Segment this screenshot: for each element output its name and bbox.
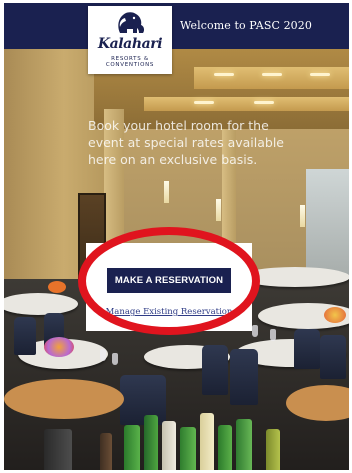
manage-reservation-link[interactable]: Manage Existing Reservation (86, 307, 252, 317)
wall-sconce (164, 181, 169, 203)
page-frame: Welcome to PASC 2020 Kalahari RESORTS & … (4, 3, 349, 470)
bottle (144, 415, 158, 470)
chair (320, 335, 346, 379)
flower-centerpiece (48, 281, 66, 293)
bottle (124, 425, 140, 470)
bottle (266, 429, 280, 470)
chair (14, 317, 36, 355)
wine-glass (100, 349, 106, 361)
ceiling-light (194, 101, 214, 104)
wine-glass (270, 329, 276, 341)
ceiling-light (262, 73, 282, 76)
promo-text: Book your hotel room for the event at sp… (88, 118, 284, 167)
banquet-table (240, 267, 349, 287)
ceiling-panel (194, 67, 349, 89)
ceiling-light (310, 73, 330, 76)
bottle (100, 433, 112, 470)
bottle (236, 419, 252, 470)
flower-centerpiece (44, 337, 74, 357)
bottle (218, 425, 232, 470)
flower-centerpiece (324, 307, 346, 323)
wall-sconce (216, 199, 221, 221)
wine-glass (112, 353, 118, 365)
elephant-icon (118, 12, 145, 33)
logo-name: Kalahari (97, 36, 163, 52)
foreground-table (4, 379, 124, 419)
wine-glass (252, 325, 258, 337)
bottle (180, 427, 196, 470)
chair (202, 345, 228, 395)
utensil-holder (44, 429, 72, 470)
wall-sconce (300, 205, 305, 227)
ceiling-light (254, 101, 274, 104)
logo-tagline: RESORTS & CONVENTIONS (105, 56, 155, 68)
chair (294, 329, 320, 369)
make-reservation-button[interactable]: MAKE A RESERVATION (107, 268, 231, 293)
chair (120, 375, 166, 425)
ceiling-panel (144, 97, 349, 111)
window (306, 169, 349, 279)
top-bar: Welcome to PASC 2020 (4, 3, 349, 49)
chair (230, 349, 258, 405)
welcome-title: Welcome to PASC 2020 (180, 19, 312, 32)
bottle (200, 413, 214, 470)
ceiling-light (214, 73, 234, 76)
bottle (162, 421, 176, 470)
kalahari-logo[interactable]: Kalahari RESORTS & CONVENTIONS (88, 6, 172, 74)
